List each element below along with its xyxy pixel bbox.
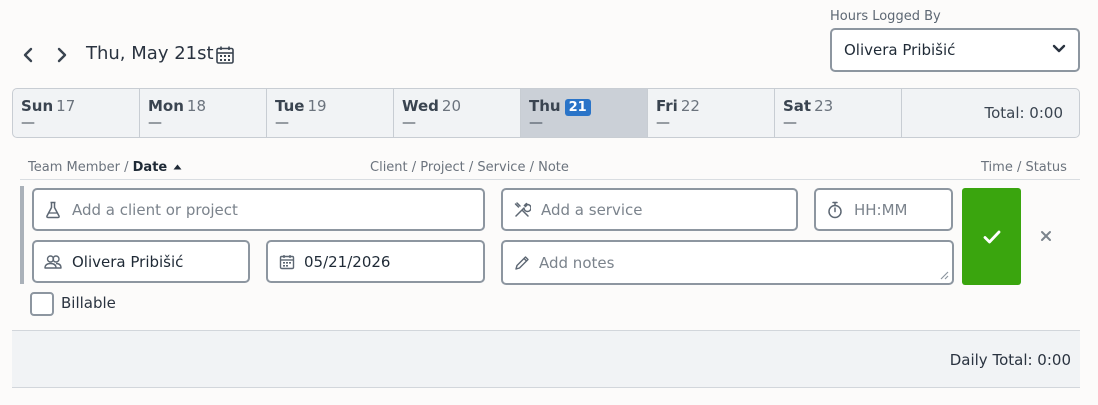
day-tab-mon[interactable]: Mon 18 — bbox=[140, 89, 267, 137]
day-date: 17 bbox=[56, 97, 76, 115]
team-member-header-label: Team Member / bbox=[28, 160, 129, 175]
sort-ascending-icon bbox=[173, 164, 182, 170]
column-header-team-member[interactable]: Team Member / Date bbox=[28, 160, 182, 175]
day-hours: — bbox=[656, 115, 670, 131]
pencil-icon bbox=[513, 254, 531, 272]
hours-logged-by-value: Olivera Pribišić bbox=[844, 41, 956, 59]
chevron-right-icon bbox=[57, 47, 67, 63]
date-input[interactable]: 05/21/2026 bbox=[266, 240, 485, 283]
time-input[interactable]: HH:MM bbox=[814, 188, 953, 231]
team-member-input[interactable]: Olivera Pribišić bbox=[32, 240, 250, 283]
service-input[interactable]: Add a service bbox=[501, 188, 798, 231]
notes-placeholder: Add notes bbox=[539, 253, 615, 272]
day-name: Thu bbox=[529, 97, 561, 115]
day-date: 22 bbox=[680, 97, 700, 115]
day-name: Tue bbox=[275, 97, 305, 115]
day-name: Sat bbox=[783, 97, 812, 115]
stopwatch-icon bbox=[826, 201, 844, 219]
billable-checkbox[interactable] bbox=[30, 292, 54, 316]
users-icon bbox=[44, 253, 62, 271]
week-strip: Sun 17 — Mon 18 — Tue 19 — Wed 20 — Thu 21 — … bbox=[12, 88, 1080, 138]
client-project-input[interactable]: Add a client or project bbox=[32, 188, 485, 231]
previous-day-button[interactable] bbox=[15, 42, 41, 68]
save-entry-button[interactable] bbox=[962, 188, 1021, 285]
billable-label[interactable]: Billable bbox=[61, 294, 116, 312]
hours-logged-by-label: Hours Logged By bbox=[830, 9, 941, 24]
cancel-entry-button[interactable] bbox=[1036, 226, 1056, 246]
client-project-placeholder: Add a client or project bbox=[72, 200, 238, 219]
calendar-picker-button[interactable] bbox=[212, 42, 238, 68]
resize-handle-icon[interactable] bbox=[939, 270, 949, 280]
day-hours: — bbox=[402, 115, 416, 131]
day-date: 23 bbox=[814, 97, 834, 115]
day-tab-wed[interactable]: Wed 20 — bbox=[394, 89, 521, 137]
today-date-badge: 21 bbox=[564, 99, 591, 116]
calendar-icon bbox=[216, 46, 234, 64]
daily-total-footer: Daily Total: 0:00 bbox=[12, 330, 1080, 388]
week-total: Total: 0:00 bbox=[984, 104, 1063, 122]
day-date: 19 bbox=[307, 97, 327, 115]
day-tab-sun[interactable]: Sun 17 — bbox=[13, 89, 140, 137]
hours-logged-by-select[interactable]: Olivera Pribišić bbox=[830, 28, 1080, 72]
entry-indicator-bar bbox=[20, 186, 24, 284]
tools-icon bbox=[513, 201, 531, 219]
date-value: 05/21/2026 bbox=[304, 252, 391, 271]
time-placeholder: HH:MM bbox=[854, 200, 908, 219]
day-hours: — bbox=[21, 115, 35, 131]
chevron-left-icon bbox=[23, 47, 33, 63]
day-name: Wed bbox=[402, 97, 439, 115]
day-hours: — bbox=[275, 115, 289, 131]
day-date: 18 bbox=[186, 97, 207, 115]
day-name: Fri bbox=[656, 97, 678, 115]
team-member-value: Olivera Pribišić bbox=[72, 252, 184, 271]
column-header-client-project: Client / Project / Service / Note bbox=[370, 160, 569, 175]
current-date-title: Thu, May 21st bbox=[86, 43, 214, 64]
day-tab-fri[interactable]: Fri 22 — bbox=[648, 89, 775, 137]
flask-icon bbox=[44, 201, 62, 219]
column-header-time-status: Time / Status bbox=[981, 160, 1067, 175]
checkmark-icon bbox=[983, 230, 1000, 243]
daily-total: Daily Total: 0:00 bbox=[949, 351, 1071, 369]
day-tab-thu[interactable]: Thu 21 — bbox=[521, 89, 648, 137]
calendar-icon bbox=[278, 253, 296, 271]
day-name: Sun bbox=[21, 97, 54, 115]
chevron-down-icon bbox=[1052, 44, 1066, 53]
next-day-button[interactable] bbox=[49, 42, 75, 68]
date-sort-label: Date bbox=[132, 160, 168, 175]
day-hours: — bbox=[148, 115, 162, 131]
day-name: Mon bbox=[148, 97, 184, 115]
notes-textarea[interactable]: Add notes bbox=[501, 240, 954, 285]
close-icon bbox=[1041, 231, 1051, 241]
day-hours: — bbox=[529, 115, 543, 131]
service-placeholder: Add a service bbox=[541, 200, 643, 219]
day-tab-sat[interactable]: Sat 23 — bbox=[775, 89, 902, 137]
header-divider bbox=[20, 179, 1080, 180]
day-hours: — bbox=[783, 115, 797, 131]
day-date: 20 bbox=[441, 97, 462, 115]
day-tab-tue[interactable]: Tue 19 — bbox=[267, 89, 394, 137]
